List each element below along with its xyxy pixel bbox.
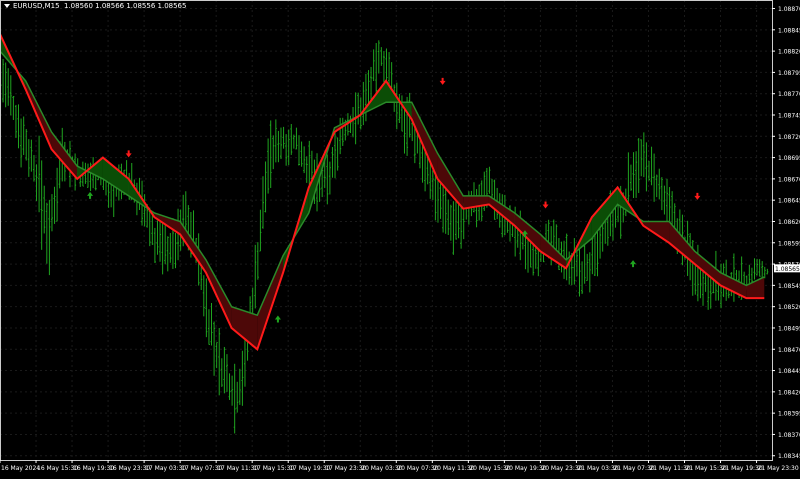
symbol-title: EURUSD,M15 1.08560 1.08566 1.08556 1.085… (4, 2, 186, 10)
y-tick-label: 1.08395 (778, 411, 800, 418)
y-tick-label: 1.08720 (778, 134, 800, 141)
symbol-label: EURUSD,M15 (13, 2, 60, 10)
x-tick-label: 21 May 23:30 (758, 465, 799, 472)
y-tick-label: 1.08545 (778, 283, 800, 290)
y-tick-label: 1.08795 (778, 70, 800, 77)
y-tick-label: 1.08420 (778, 389, 800, 396)
y-tick-label: 1.08670 (778, 176, 800, 183)
y-tick-label: 1.08520 (778, 304, 800, 311)
price-chart[interactable]: 1.08870 1.08845 1.08820 1.08795 1.08770 1.087… (0, 0, 800, 475)
y-tick-label: 1.08370 (778, 432, 800, 439)
current-price-label: 1.08565 (775, 266, 800, 273)
ohlc-label: 1.08560 1.08566 1.08556 1.08565 (64, 2, 187, 10)
y-tick-label: 1.08645 (778, 198, 800, 205)
y-tick-label: 1.08595 (778, 240, 800, 247)
y-tick-label: 1.08845 (778, 27, 800, 34)
y-tick-label: 1.08495 (778, 325, 800, 332)
y-tick-label: 1.08345 (778, 453, 800, 460)
x-tick-label: 16 May 2024 (1, 465, 40, 472)
y-tick-label: 1.08470 (778, 347, 800, 354)
y-tick-label: 1.08870 (778, 6, 800, 13)
chart-canvas[interactable]: 1.08870 1.08845 1.08820 1.08795 1.08770 1.087… (0, 0, 800, 475)
y-tick-label: 1.08820 (778, 49, 800, 56)
y-tick-label: 1.08745 (778, 113, 800, 120)
y-tick-label: 1.08695 (778, 155, 800, 162)
y-tick-label: 1.08770 (778, 91, 800, 98)
y-tick-label: 1.08620 (778, 219, 800, 226)
y-tick-label: 1.08445 (778, 368, 800, 375)
chevron-down-icon[interactable] (4, 4, 10, 8)
